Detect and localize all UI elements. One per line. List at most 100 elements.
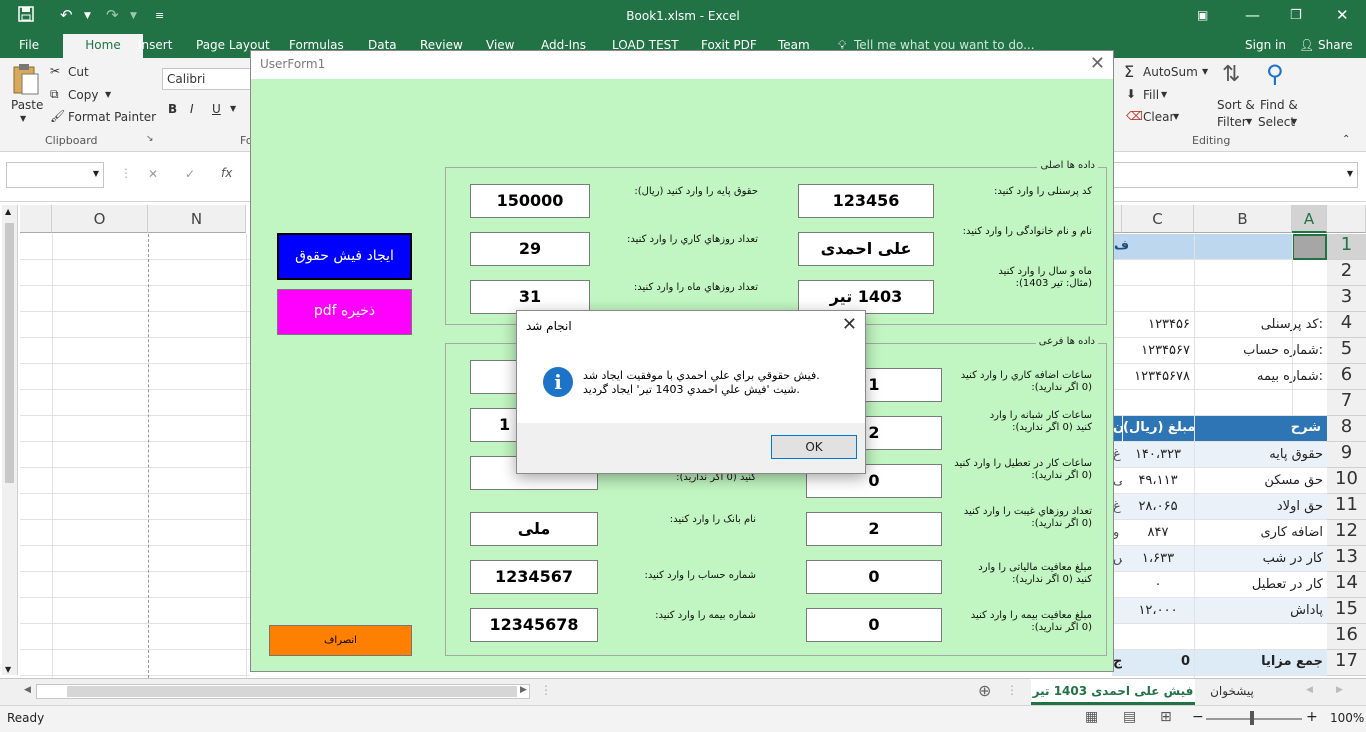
fill-dropdown-icon[interactable]: ▼ <box>1161 90 1167 99</box>
clear-icon[interactable]: ⌫ <box>1126 109 1143 123</box>
column-header-o[interactable]: O <box>52 205 148 233</box>
scroll-up-icon[interactable]: ▲ <box>5 207 11 216</box>
expand-formula-icon[interactable]: ▼ <box>1347 169 1353 178</box>
empty-row-cell[interactable] <box>1112 390 1327 416</box>
account-number-input[interactable]: 1234567 <box>470 560 598 594</box>
format-painter-icon[interactable]: 🖌︎ <box>50 109 65 123</box>
column-header-a[interactable]: A <box>1292 205 1327 233</box>
month-year-input[interactable]: 1403 تیر <box>798 280 934 314</box>
clear-button[interactable]: Clear <box>1143 110 1174 124</box>
tab-scroll-left-icon[interactable]: ◀ <box>1306 685 1313 695</box>
sheet-tab-active[interactable]: فیش علی احمدی 1403 تیر <box>1031 679 1195 705</box>
close-icon[interactable]: ✕ <box>1336 6 1349 24</box>
empty-row-cell[interactable] <box>1112 624 1327 650</box>
item-value-cell[interactable]: ۱۴۰،۳۲۳ <box>1122 442 1194 468</box>
row-header-17[interactable]: 17 <box>1327 650 1366 676</box>
row-header-7[interactable]: 7 <box>1327 390 1366 416</box>
item-value-cell[interactable]: ۱۲،۰۰۰ <box>1122 598 1194 624</box>
page-break-view-icon[interactable]: ⊞ <box>1160 709 1172 725</box>
row-header-3[interactable]: 3 <box>1327 286 1366 312</box>
column-header-c[interactable]: C <box>1122 205 1194 233</box>
scroll-down-icon[interactable]: ▼ <box>5 665 11 674</box>
item-label-cell[interactable]: حق اولاد <box>1194 494 1327 520</box>
row-header-4[interactable]: 4 <box>1327 312 1366 338</box>
row-header-6[interactable]: 6 <box>1327 364 1366 390</box>
share-button[interactable]: Share <box>1318 38 1353 52</box>
ok-button[interactable]: OK <box>771 435 857 459</box>
bold-button[interactable]: B <box>168 102 177 116</box>
tab-split-icon[interactable]: ⋮ <box>1006 683 1018 697</box>
collapse-ribbon-icon[interactable]: ⌃ <box>1342 134 1350 145</box>
enter-entry-icon[interactable]: ✓ <box>185 167 195 181</box>
share-icon[interactable]: 👤︎ <box>1299 38 1314 52</box>
sign-in-link[interactable]: Sign in <box>1245 38 1286 52</box>
autosum-icon[interactable]: Σ <box>1124 62 1134 81</box>
insert-function-button[interactable]: fx <box>221 166 232 180</box>
paste-button[interactable]: Paste <box>11 98 43 112</box>
row-header-14[interactable]: 14 <box>1327 572 1366 598</box>
cut-button[interactable]: Cut <box>68 65 89 79</box>
info-value-cell[interactable]: ۱۲۳۴۵۶۷ <box>1112 338 1194 364</box>
row-header-1[interactable]: 1 <box>1327 234 1366 260</box>
item-value-cell[interactable]: ۰ <box>1122 572 1194 598</box>
select-all-corner[interactable] <box>1327 205 1366 233</box>
tab-scroll-right-icon[interactable]: ▶ <box>1336 685 1343 695</box>
underline-button[interactable]: U <box>212 102 221 116</box>
find-select-dropdown-icon[interactable]: ▼ <box>1291 117 1297 126</box>
info-label-cell[interactable]: شماره حساب: <box>1194 338 1327 364</box>
personnel-code-input[interactable]: 123456 <box>798 184 934 218</box>
empty-row-cell[interactable] <box>1112 260 1327 286</box>
find-select-icon[interactable]: ⚲ <box>1266 60 1284 88</box>
clear-dropdown-icon[interactable]: ▼ <box>1173 112 1179 121</box>
item-value-cell[interactable]: ۱،۶۳۳ <box>1122 546 1194 572</box>
horizontal-scroll-thumb[interactable] <box>67 686 517 697</box>
scroll-thumb[interactable] <box>5 223 14 483</box>
description-header-cell[interactable]: شرح <box>1194 416 1327 442</box>
find-select-button[interactable]: Select <box>1258 115 1295 129</box>
item-value-cell[interactable]: ۲۸،۰۶۵ <box>1122 494 1194 520</box>
row-header-13[interactable]: 13 <box>1327 546 1366 572</box>
zoom-out-icon[interactable]: − <box>1192 709 1204 725</box>
selected-cell-a1[interactable] <box>1292 234 1327 260</box>
tax-exempt-input[interactable]: 0 <box>806 560 942 594</box>
scroll-right-icon[interactable]: ▶ <box>520 685 527 695</box>
row-header-15[interactable]: 15 <box>1327 598 1366 624</box>
row-header-11[interactable]: 11 <box>1327 494 1366 520</box>
split-handle-icon[interactable]: ⋮ <box>540 683 552 697</box>
empty-row-cell[interactable] <box>1112 286 1327 312</box>
item-label-cell[interactable]: اضافه کاری <box>1194 520 1327 546</box>
item-label-cell[interactable]: کار در تعطیل <box>1194 572 1327 598</box>
sort-filter-dropdown-icon[interactable]: ▼ <box>1246 117 1252 126</box>
zoom-in-icon[interactable]: + <box>1306 709 1318 725</box>
item-label-cell[interactable]: پاداش <box>1194 598 1327 624</box>
userform-close-icon[interactable]: ✕ <box>1090 53 1105 74</box>
copy-button[interactable]: Copy <box>68 88 98 102</box>
clipboard-launcher-icon[interactable]: ↘ <box>146 134 154 144</box>
horizontal-scrollbar[interactable] <box>36 684 530 699</box>
font-name-box[interactable]: Calibri <box>162 68 262 90</box>
info-value-cell[interactable]: ۱۲۳۴۵۶ <box>1112 312 1194 338</box>
new-sheet-icon[interactable]: ⊕ <box>978 681 991 700</box>
row-header-2[interactable]: 2 <box>1327 260 1366 286</box>
format-painter-button[interactable]: Format Painter <box>68 110 156 124</box>
paste-dropdown-icon[interactable]: ▼ <box>20 114 26 123</box>
bank-name-input[interactable]: ملی <box>470 512 598 546</box>
base-salary-input[interactable]: 150000 <box>470 184 590 218</box>
work-days-input[interactable]: 29 <box>470 232 590 266</box>
row-header-16[interactable]: 16 <box>1327 624 1366 650</box>
row-header-12[interactable]: 12 <box>1327 520 1366 546</box>
month-days-input[interactable]: 31 <box>470 280 590 314</box>
fill-button[interactable]: Fill <box>1143 88 1159 102</box>
sheet-tab-dashboard[interactable]: پیشخوان <box>1199 679 1265 705</box>
name-box-dropdown-icon[interactable]: ▼ <box>93 169 99 178</box>
full-name-input[interactable]: علی احمدی <box>798 232 934 266</box>
tab-insert[interactable]: Insert <box>138 38 172 52</box>
insurance-exempt-input[interactable]: 0 <box>806 608 942 642</box>
formula-options-icon[interactable]: ⋮ <box>120 166 132 180</box>
zoom-slider-thumb[interactable] <box>1250 711 1254 725</box>
cancel-button[interactable]: انصراف <box>269 625 412 656</box>
zoom-slider[interactable] <box>1206 718 1302 720</box>
ribbon-display-icon[interactable]: ▣ <box>1197 8 1208 22</box>
save-pdf-button[interactable]: ذخیره pdf <box>277 289 412 335</box>
fill-icon[interactable]: ⬇ <box>1126 87 1136 101</box>
